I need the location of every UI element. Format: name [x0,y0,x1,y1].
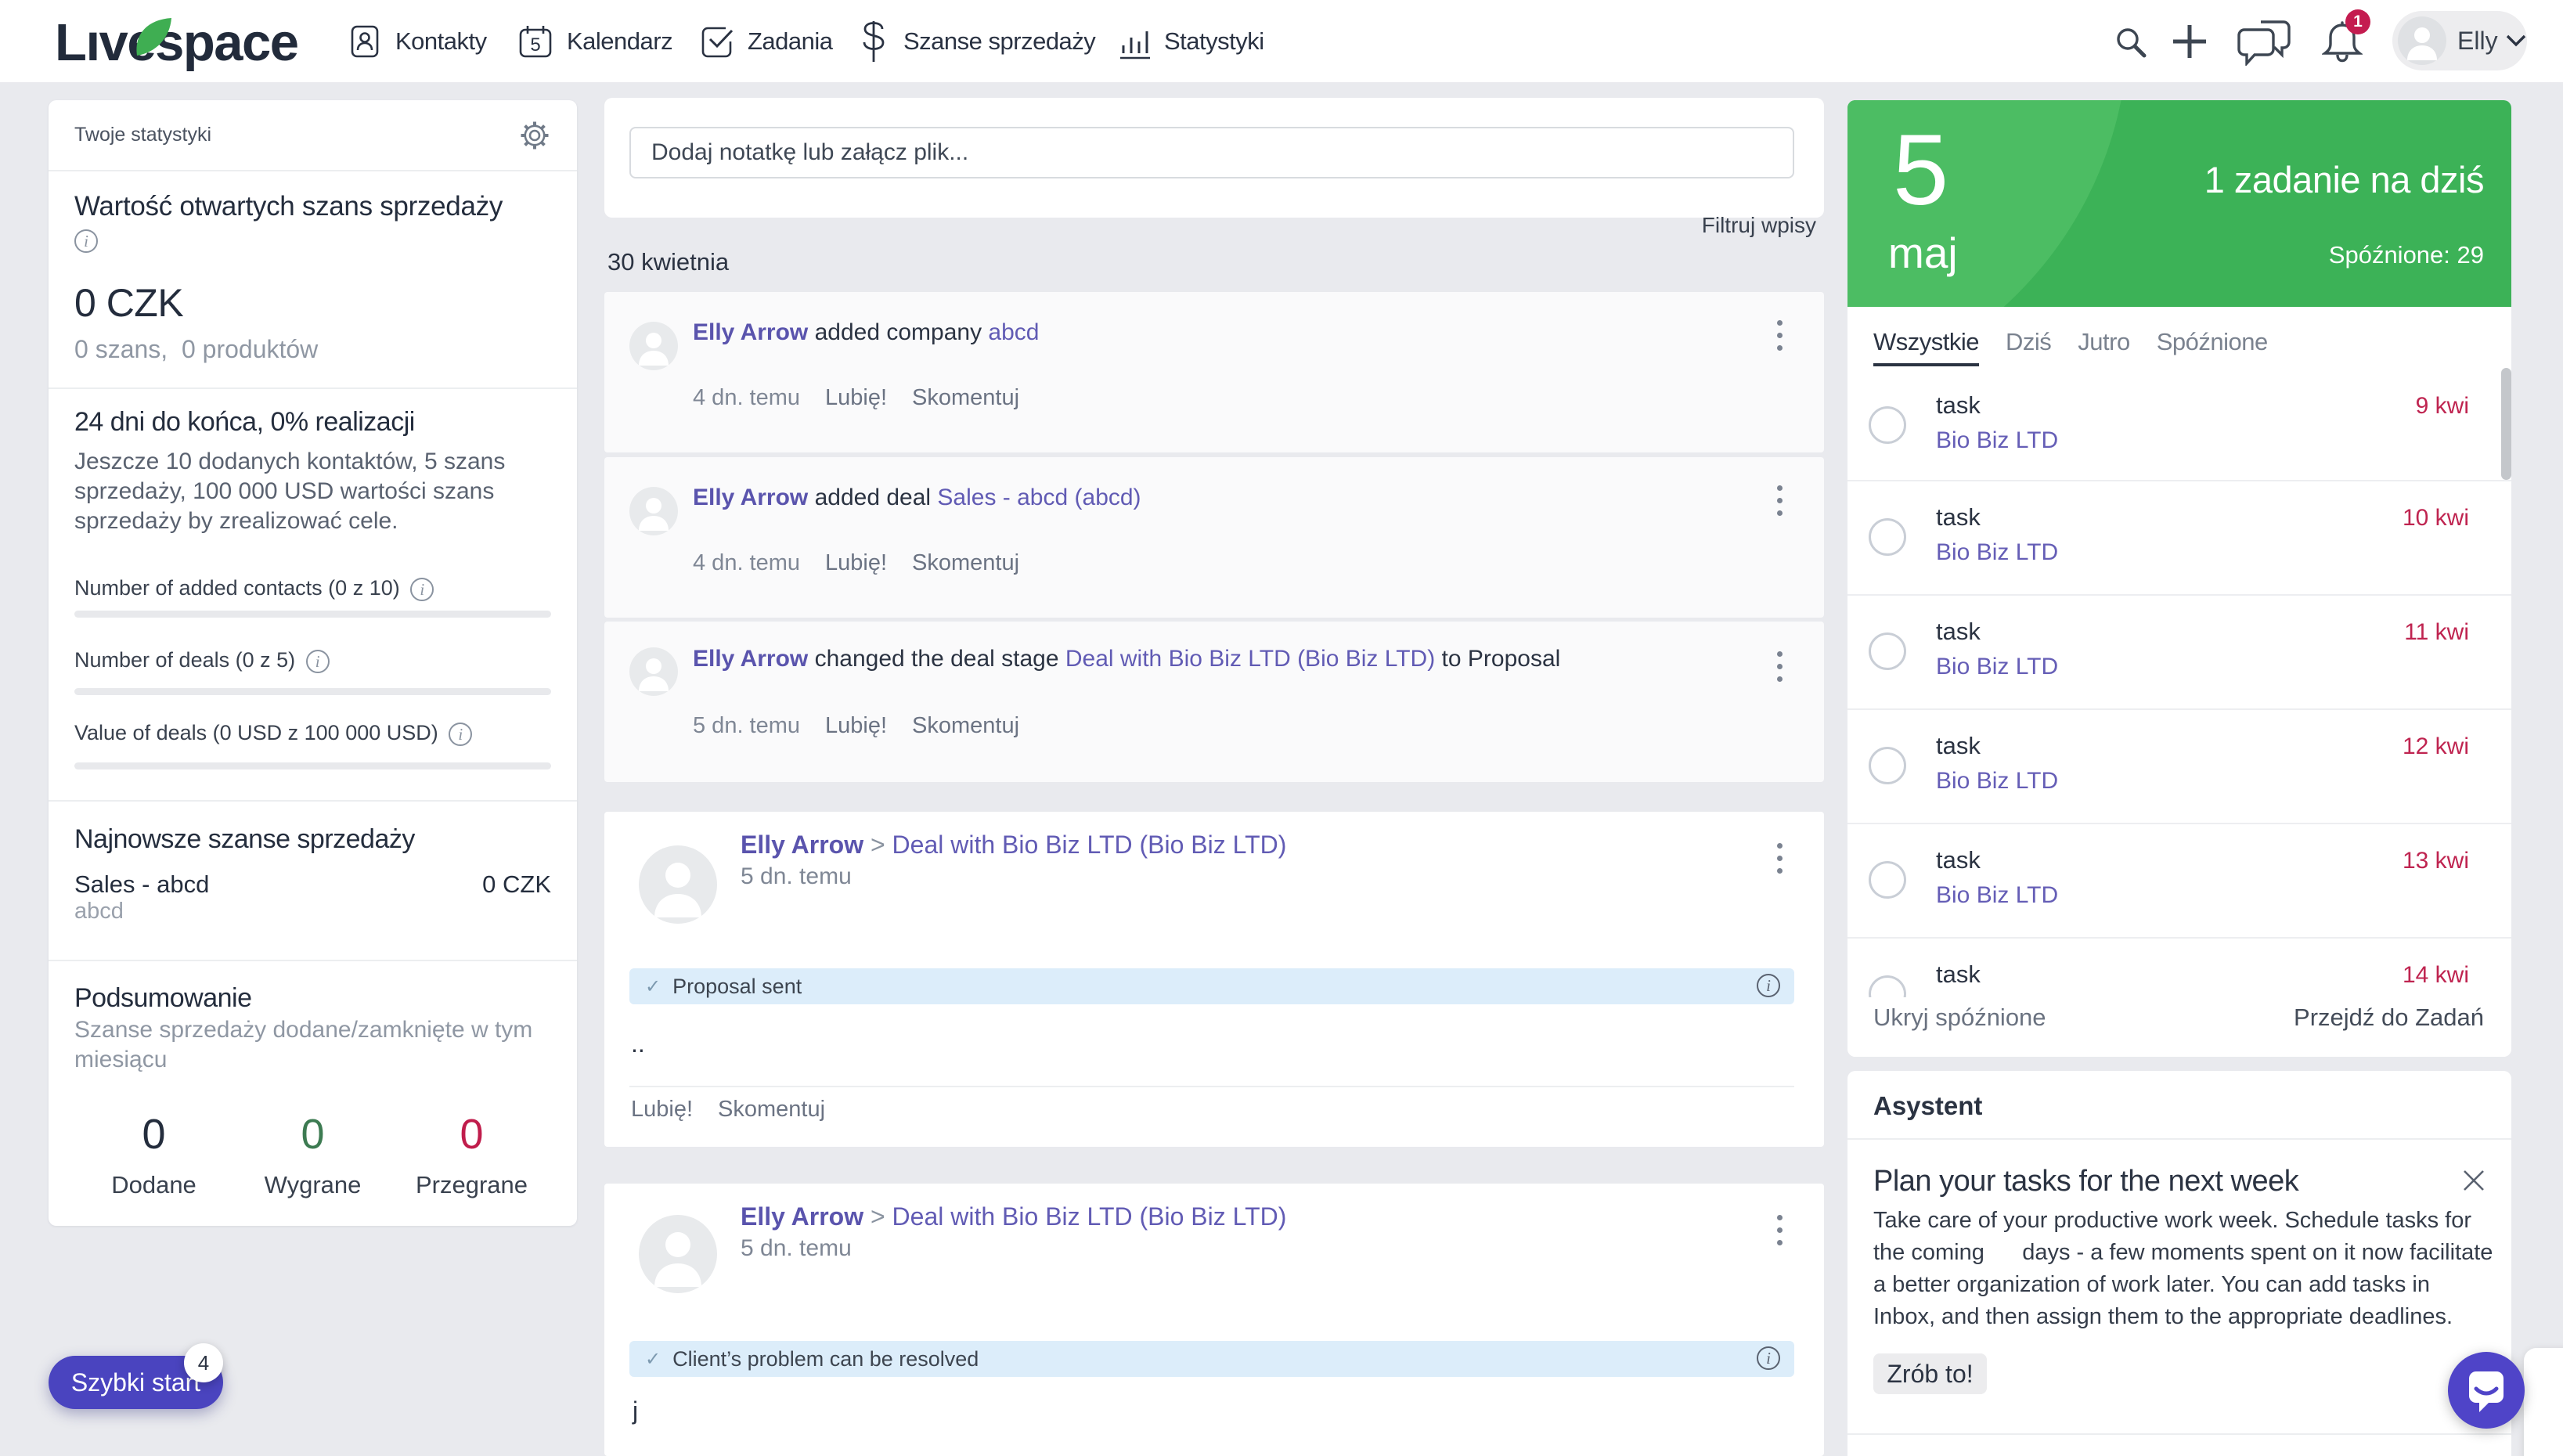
svg-text:5: 5 [530,34,540,56]
